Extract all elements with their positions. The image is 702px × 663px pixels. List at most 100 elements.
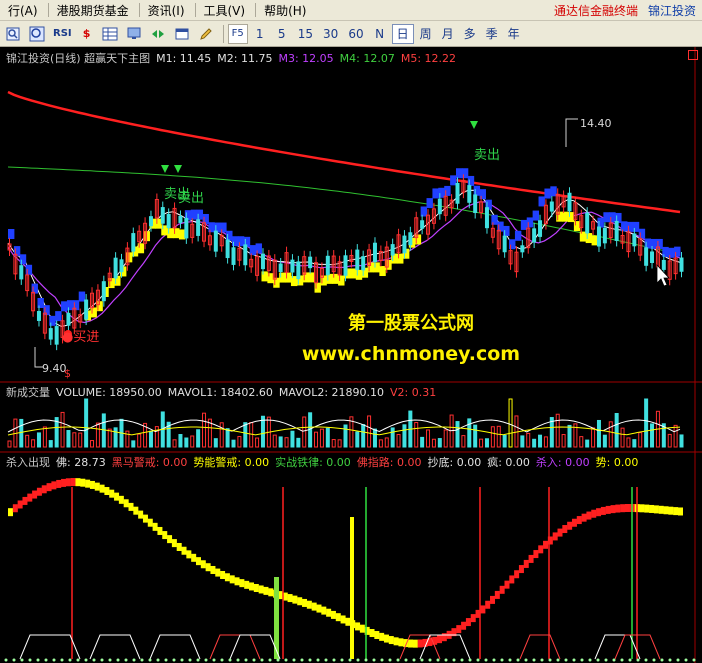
indicator-down-block bbox=[311, 602, 317, 611]
baseline-dot bbox=[636, 658, 640, 662]
indicator-up-block bbox=[65, 478, 71, 487]
baseline-dot bbox=[364, 658, 368, 662]
menu-item-news[interactable]: 资讯(I) bbox=[140, 2, 195, 19]
baseline-dot bbox=[124, 658, 128, 662]
baseline-dot bbox=[436, 658, 440, 662]
volume-bar bbox=[19, 418, 24, 448]
indicator-shi: 势: 0.00 bbox=[595, 456, 639, 469]
indicator-up-block bbox=[70, 478, 76, 487]
band-down-segment bbox=[232, 236, 239, 247]
dollar-button[interactable]: $ bbox=[77, 24, 97, 44]
period-day[interactable]: 日 bbox=[391, 23, 414, 44]
volume-bar bbox=[673, 424, 678, 448]
volume-bar bbox=[437, 438, 442, 448]
ma-m5-line bbox=[7, 90, 681, 214]
baseline-dot bbox=[508, 658, 512, 662]
candle-down bbox=[36, 310, 41, 321]
baseline-dot bbox=[268, 658, 272, 662]
indicator-down-block bbox=[673, 507, 679, 516]
chart-area[interactable]: 锦江投资(日线) 超赢天下主图 M1: 11.45 M2: 11.75 M3: … bbox=[0, 47, 702, 663]
menu-item-market[interactable]: 行(A) bbox=[0, 2, 48, 19]
indicator-up-block bbox=[56, 479, 62, 488]
indicator-up-block bbox=[32, 490, 38, 499]
band-up-segment bbox=[167, 228, 174, 239]
indicator-up-block bbox=[46, 483, 52, 492]
indicator-down-block bbox=[224, 573, 230, 582]
indicator-down-block bbox=[398, 638, 404, 647]
candle-down bbox=[596, 226, 601, 247]
pencil-icon[interactable] bbox=[195, 24, 217, 44]
indicator-up-block bbox=[417, 639, 423, 648]
arrows-icon[interactable] bbox=[147, 24, 169, 44]
indicator-down-block bbox=[200, 560, 206, 569]
menu-item-hk-futures[interactable]: 港股期货基金 bbox=[49, 2, 139, 19]
baseline-dot bbox=[188, 658, 192, 662]
candle-down bbox=[231, 247, 236, 265]
f5-button[interactable]: F5 bbox=[227, 23, 248, 44]
candle-down bbox=[650, 251, 655, 263]
window-icon[interactable] bbox=[171, 24, 193, 44]
candle-down bbox=[361, 256, 366, 271]
band-up-segment bbox=[285, 272, 292, 283]
period-quarter[interactable]: 季 bbox=[482, 24, 502, 44]
period-n[interactable]: N bbox=[370, 24, 390, 44]
sell-arrow-icon bbox=[174, 165, 182, 173]
baseline-dot bbox=[412, 658, 416, 662]
volume-title: 新成交量 bbox=[6, 386, 50, 399]
volume-bar bbox=[255, 437, 260, 448]
volume-bar bbox=[455, 421, 460, 448]
baseline-dot bbox=[572, 658, 576, 662]
volume-bar bbox=[42, 426, 47, 448]
indicator-down-block bbox=[321, 606, 327, 615]
close-icon[interactable] bbox=[688, 50, 698, 60]
menu-item-help[interactable]: 帮助(H) bbox=[256, 2, 316, 19]
volume-bar bbox=[196, 429, 201, 448]
baseline-dot bbox=[116, 658, 120, 662]
rsi-button[interactable]: RSI bbox=[50, 24, 75, 44]
indicator-up-block bbox=[22, 496, 28, 505]
search-icon[interactable] bbox=[26, 24, 48, 44]
period-1min[interactable]: 1 bbox=[250, 24, 270, 44]
volume-bar bbox=[508, 398, 513, 448]
indicator-down-block bbox=[138, 510, 144, 519]
period-month[interactable]: 月 bbox=[438, 24, 458, 44]
volume-bar bbox=[591, 427, 596, 448]
grid-icon[interactable] bbox=[99, 24, 121, 44]
candle-down bbox=[467, 185, 472, 203]
volume-bar bbox=[667, 433, 672, 448]
monitor-icon[interactable] bbox=[123, 24, 145, 44]
period-5min[interactable]: 5 bbox=[272, 24, 292, 44]
candle-down bbox=[101, 281, 106, 302]
menu-item-tools[interactable]: 工具(V) bbox=[196, 2, 256, 19]
band-up-segment bbox=[326, 273, 333, 284]
volume-bar bbox=[520, 435, 525, 448]
period-multi[interactable]: 多 bbox=[460, 24, 480, 44]
indicator-down-block bbox=[8, 508, 13, 517]
baseline-dot bbox=[628, 658, 632, 662]
band-down-segment bbox=[526, 217, 534, 228]
candle-down bbox=[549, 201, 554, 212]
bottom-signal-trapezoid bbox=[19, 634, 81, 660]
indicator-up-block bbox=[441, 633, 447, 642]
period-60min[interactable]: 60 bbox=[344, 24, 367, 44]
period-30min[interactable]: 30 bbox=[319, 24, 342, 44]
band-down-segment bbox=[644, 238, 652, 249]
app-brand-label: 通达信金融终端 bbox=[553, 3, 638, 18]
indicator-up-block bbox=[557, 528, 563, 537]
period-week[interactable]: 周 bbox=[416, 24, 436, 44]
zoom-icon[interactable] bbox=[2, 24, 24, 44]
period-year[interactable]: 年 bbox=[504, 24, 524, 44]
baseline-dot bbox=[316, 658, 320, 662]
toolbar-separator bbox=[222, 24, 224, 43]
candle-down bbox=[644, 247, 649, 266]
baseline-dot bbox=[292, 658, 296, 662]
volume-bar bbox=[337, 439, 342, 448]
indicator-down-block bbox=[80, 478, 86, 487]
main-chart-title: 锦江投资(日线) 超赢天下主图 bbox=[6, 52, 151, 65]
candle-down bbox=[213, 230, 218, 252]
period-15min[interactable]: 15 bbox=[294, 24, 317, 44]
volume-bar bbox=[290, 430, 295, 448]
band-down-segment bbox=[8, 229, 15, 239]
volume-bar bbox=[596, 419, 601, 448]
baseline-dot bbox=[84, 658, 88, 662]
